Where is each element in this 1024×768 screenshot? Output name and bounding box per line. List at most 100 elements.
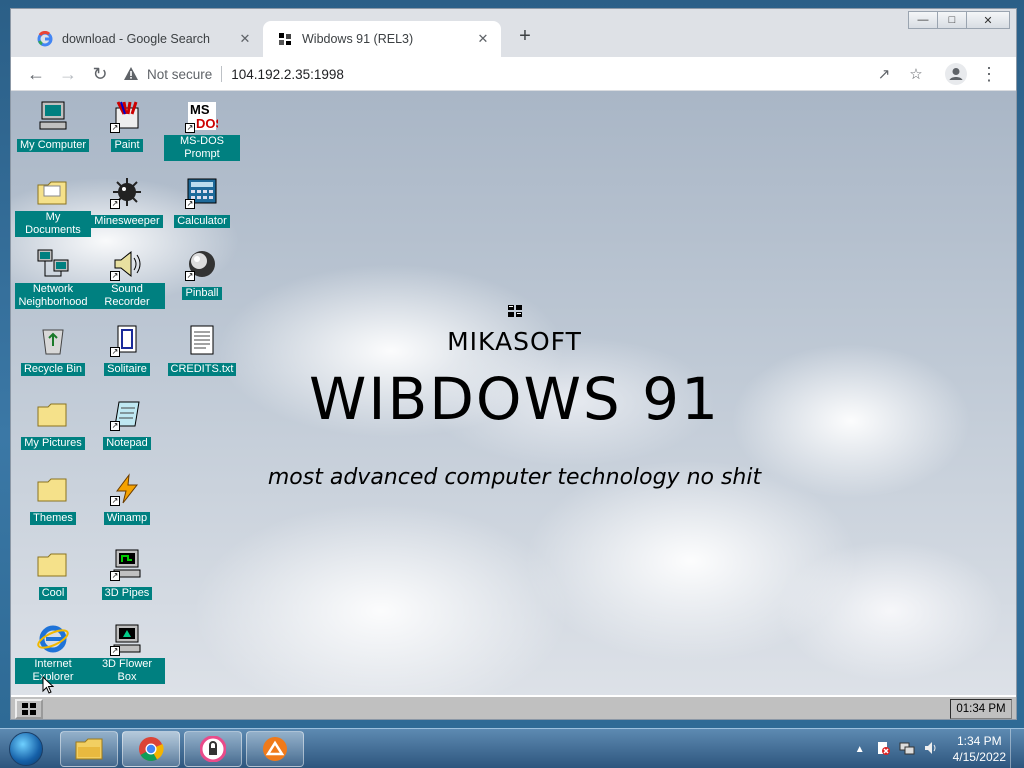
icon-label: Cool <box>38 587 68 600</box>
menu-kebab-icon[interactable]: ⋮ <box>976 61 1002 87</box>
desktop-icon-sound-recorder[interactable]: ↗ Sound Recorder <box>89 247 165 310</box>
omnibox-divider <box>221 66 223 82</box>
windows-orb-icon <box>9 732 43 766</box>
wibdows-logo <box>11 303 1016 322</box>
wibdows-flag-icon <box>507 305 522 317</box>
icon-label: Pinball <box>182 287 222 300</box>
show-desktop-button[interactable] <box>1010 729 1024 768</box>
profile-avatar-icon[interactable] <box>943 61 969 87</box>
desktop-icon-paint[interactable]: ↗ Paint <box>89 99 165 153</box>
wibdows-flag-icon <box>277 31 293 47</box>
desktop-icon-my-documents[interactable]: My Documents <box>15 175 91 238</box>
share-icon[interactable]: ↗ <box>871 61 897 87</box>
host-time: 1:34 PM <box>956 734 1002 748</box>
mouse-cursor-icon <box>42 676 54 694</box>
desktop-icon-network-neighborhood[interactable]: Network Neighborhood <box>15 247 91 310</box>
wibdows-clock: 01:34 PM <box>950 699 1012 719</box>
icon-label: Notepad <box>103 437 151 450</box>
google-g-icon <box>37 31 53 47</box>
desktop-icon-pinball[interactable]: ↗ Pinball <box>164 247 240 301</box>
taskbar-explorer-button[interactable] <box>60 731 118 767</box>
desktop-icon-3d-flower-box[interactable]: ↗ 3D Flower Box <box>89 622 165 685</box>
url-text[interactable]: 104.192.2.35:1998 <box>231 67 344 82</box>
close-window-button[interactable]: ✕ <box>966 11 1010 29</box>
shortcut-arrow-icon: ↗ <box>110 496 120 506</box>
reload-icon[interactable]: ↻ <box>87 61 113 87</box>
warning-triangle-icon[interactable] <box>123 66 139 82</box>
taskbar-vpn-button[interactable] <box>184 731 242 767</box>
network-tray-icon[interactable] <box>899 740 915 759</box>
brand-tagline: most advanced computer technology no shi… <box>267 465 762 490</box>
shortcut-arrow-icon: ↗ <box>110 199 120 209</box>
shortcut-arrow-icon: ↗ <box>110 271 120 281</box>
tab-title: Wibdows 91 (REL3) <box>302 32 414 46</box>
browser-toolbar: ← → ↻ Not secure 104.192.2.35:1998 ↗ ☆ ⋮ <box>11 57 1016 91</box>
chrome-icon <box>139 737 164 762</box>
shortcut-arrow-icon: ↗ <box>185 271 195 281</box>
desktop-icon-3d-pipes[interactable]: ↗ 3D Pipes <box>89 547 165 601</box>
icon-label: Calculator <box>174 215 230 228</box>
minesweeper-icon: ↗ <box>110 175 144 209</box>
taskbar-chrome-button[interactable] <box>122 731 180 767</box>
folder-icon <box>36 175 70 209</box>
paint-icon: ↗ <box>110 99 144 133</box>
icon-label: Paint <box>111 139 143 152</box>
brand-company: MIKASOFT <box>447 327 582 356</box>
system-tray: ▲ 1:34 PM 4/15/2022 <box>855 729 1006 768</box>
shortcut-arrow-icon: ↗ <box>110 123 120 133</box>
shortcut-arrow-icon: ↗ <box>185 199 195 209</box>
pinball-icon: ↗ <box>185 247 219 281</box>
back-arrow-icon[interactable]: ← <box>23 61 49 87</box>
icon-label: 3D Flower Box <box>89 658 165 684</box>
sound-recorder-icon: ↗ <box>110 247 144 281</box>
forward-arrow-icon[interactable]: → <box>55 61 81 87</box>
shortcut-arrow-icon: ↗ <box>110 646 120 656</box>
folder-icon <box>36 547 70 581</box>
minimize-button[interactable]: — <box>908 11 938 29</box>
icon-label: Winamp <box>103 512 151 525</box>
host-clock[interactable]: 1:34 PM 4/15/2022 <box>953 733 1006 765</box>
action-center-icon[interactable] <box>875 740 891 759</box>
host-taskbar: ▲ 1:34 PM 4/15/2022 <box>0 728 1024 768</box>
wibdows-desktop: My Computer My Documents Network Neighbo… <box>11 91 1016 719</box>
icon-label: My Documents <box>15 211 91 237</box>
icon-label: My Computer <box>16 139 90 152</box>
wibdows-flag-icon <box>22 703 36 715</box>
taskbar-app-button[interactable] <box>246 731 304 767</box>
network-icon <box>36 247 70 281</box>
host-date: 4/15/2022 <box>952 750 1006 764</box>
app-orange-icon <box>263 737 287 761</box>
close-tab-icon[interactable]: ✕ <box>237 31 253 47</box>
icon-label: MS-DOS Prompt <box>164 135 240 161</box>
security-label[interactable]: Not secure <box>147 67 212 82</box>
svg-text:DOS: DOS <box>196 116 218 131</box>
wibdows-start-button[interactable] <box>15 699 43 719</box>
window-controls: — □ ✕ <box>908 11 1010 29</box>
svg-text:MS: MS <box>190 102 210 117</box>
tray-expand-icon[interactable]: ▲ <box>855 744 865 755</box>
desktop-icon-my-computer[interactable]: My Computer <box>15 99 91 153</box>
maximize-button[interactable]: □ <box>937 11 967 29</box>
desktop-icon-minesweeper[interactable]: ↗ Minesweeper <box>89 175 165 229</box>
windows-start-button[interactable] <box>6 730 46 768</box>
tab-wibdows[interactable]: Wibdows 91 (REL3) ✕ <box>263 21 501 57</box>
address-bar[interactable]: Not secure 104.192.2.35:1998 <box>123 60 991 88</box>
close-tab-icon[interactable]: ✕ <box>475 31 491 47</box>
icon-label: Themes <box>30 512 76 525</box>
shortcut-arrow-icon: ↗ <box>110 571 120 581</box>
msdos-icon: MSDOS↗ <box>185 99 219 133</box>
vpn-lock-icon <box>200 736 226 762</box>
desktop-icon-cool[interactable]: Cool <box>15 547 91 601</box>
folder-icon <box>75 738 103 760</box>
computer-icon <box>36 99 70 133</box>
desktop-icon-calculator[interactable]: ↗ Calculator <box>164 175 240 229</box>
bookmark-star-icon[interactable]: ☆ <box>903 61 929 87</box>
icon-label: Minesweeper <box>91 215 163 228</box>
tab-title: download - Google Search <box>62 32 211 46</box>
volume-icon[interactable] <box>923 740 939 759</box>
desktop-icon-ms-dos-prompt[interactable]: MSDOS↗ MS-DOS Prompt <box>164 99 240 162</box>
tab-google-search[interactable]: download - Google Search ✕ <box>23 21 263 57</box>
screensaver-icon: ↗ <box>110 547 144 581</box>
tab-strip: — □ ✕ download - Google Search ✕ Wibdows… <box>11 9 1016 57</box>
new-tab-button[interactable]: + <box>513 25 537 48</box>
